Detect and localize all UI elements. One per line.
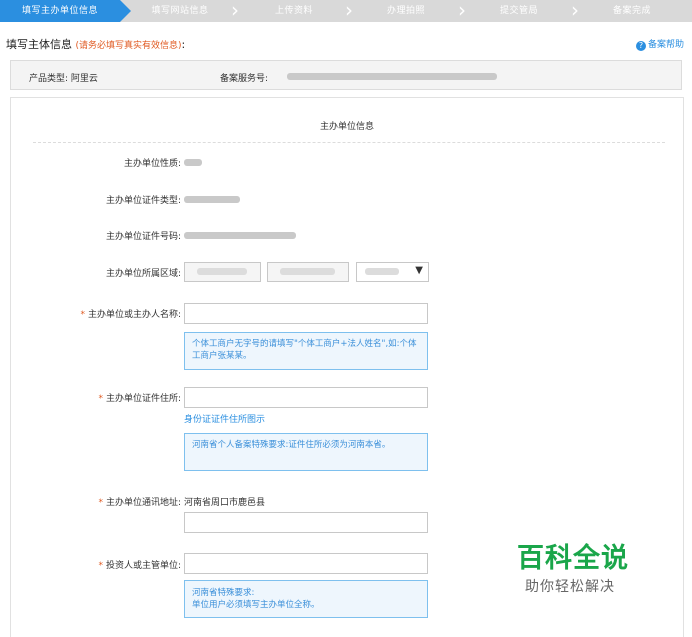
comm-address-input[interactable] [184,512,428,533]
chevron-right-icon: › [345,0,353,22]
cert-address-example-link[interactable]: 身份证证件住所图示 [184,412,265,425]
section-title: 主办单位信息 [319,122,374,132]
entity-name-label: * 主办单位或主办人名称: [80,310,181,320]
step-label: 填写网站信息 [151,6,209,16]
chevron-right-icon: › [571,0,579,22]
investor-label: * 投资人或主管单位: [98,561,181,571]
required-note: (请务必填写真实有效信息) [75,41,182,51]
cert-no-label: 主办单位证件号码: [105,232,181,242]
cert-address-tip: 河南省个人备案特殊要求:证件住所必须为河南本省。 [184,433,428,471]
chevron-right-icon: › [458,0,466,22]
step-label: 填写主办单位信息 [21,6,98,16]
district-select[interactable]: ▼ [356,262,429,282]
page-title-text: 填写主体信息 [6,38,72,51]
redacted-value [184,159,202,166]
product-type-label: 产品类型: 阿里云 [29,74,98,84]
entity-name-tip: 个体工商户无字号的请填写"个体工商户+法人姓名",如:个体工商户张某某。 [184,332,428,370]
question-icon: ? [635,41,646,51]
redacted-value [184,196,240,203]
cert-type-value [184,195,240,205]
cert-address-input[interactable] [184,387,428,408]
step-photo[interactable]: 办理拍照 [358,0,454,22]
region-label: 主办单位所属区域: [105,269,181,279]
product-type-value: 阿里云 [70,74,98,84]
dropdown-arrow-icon: ▼ [415,265,423,276]
redacted-value [184,232,296,239]
step-arrow-icon [120,0,131,22]
comm-address-region: 河南省周口市鹿邑县 [184,498,266,508]
product-info-bar: 产品类型: 阿里云 备案服务号: [10,60,682,90]
cert-type-label: 主办单位证件类型: [105,196,181,206]
service-number-label: 备案服务号: [220,74,269,84]
watermark-subtitle: 助你轻松解决 [525,579,615,595]
step-fill-entity-info[interactable]: 填写主办单位信息 [0,0,131,22]
watermark-title: 百科全说 [517,543,629,574]
city-select[interactable] [267,262,349,282]
step-label: 办理拍照 [386,6,425,16]
step-upload[interactable]: 上传资料 [245,0,343,22]
help-label: 备案帮助 [647,40,684,50]
redacted-value [197,268,247,275]
redacted-value [287,73,497,80]
entity-name-input[interactable] [184,303,428,324]
progress-steps: 填写主办单位信息 填写网站信息 › 上传资料 › 办理拍照 › 提交管局 › 备… [0,0,692,22]
investor-tip: 河南省特殊要求: 单位用户必须填写主办单位全称。 [184,580,428,618]
step-label: 提交管局 [499,6,538,16]
step-fill-site-info[interactable]: 填写网站信息 [131,0,229,22]
step-label: 备案完成 [612,6,651,16]
title-colon: : [181,38,186,51]
help-link[interactable]: ? 备案帮助 [635,37,684,51]
comm-address-label: * 主办单位通讯地址: [98,498,181,508]
nature-label: 主办单位性质: [123,159,181,169]
service-number-value [287,72,497,82]
step-label: 上传资料 [274,6,313,16]
redacted-value [280,268,335,275]
cert-no-value [184,231,296,241]
cert-address-label: * 主办单位证件住所: [98,394,181,404]
nature-value [184,158,202,168]
step-done[interactable]: 备案完成 [583,0,681,22]
chevron-right-icon: › [231,0,239,22]
investor-input[interactable] [184,553,428,574]
province-select[interactable] [184,262,261,282]
page-title: 填写主体信息 (请务必填写真实有效信息): [6,36,185,52]
redacted-value [365,268,399,275]
step-submit[interactable]: 提交管局 [470,0,568,22]
divider [33,142,665,143]
